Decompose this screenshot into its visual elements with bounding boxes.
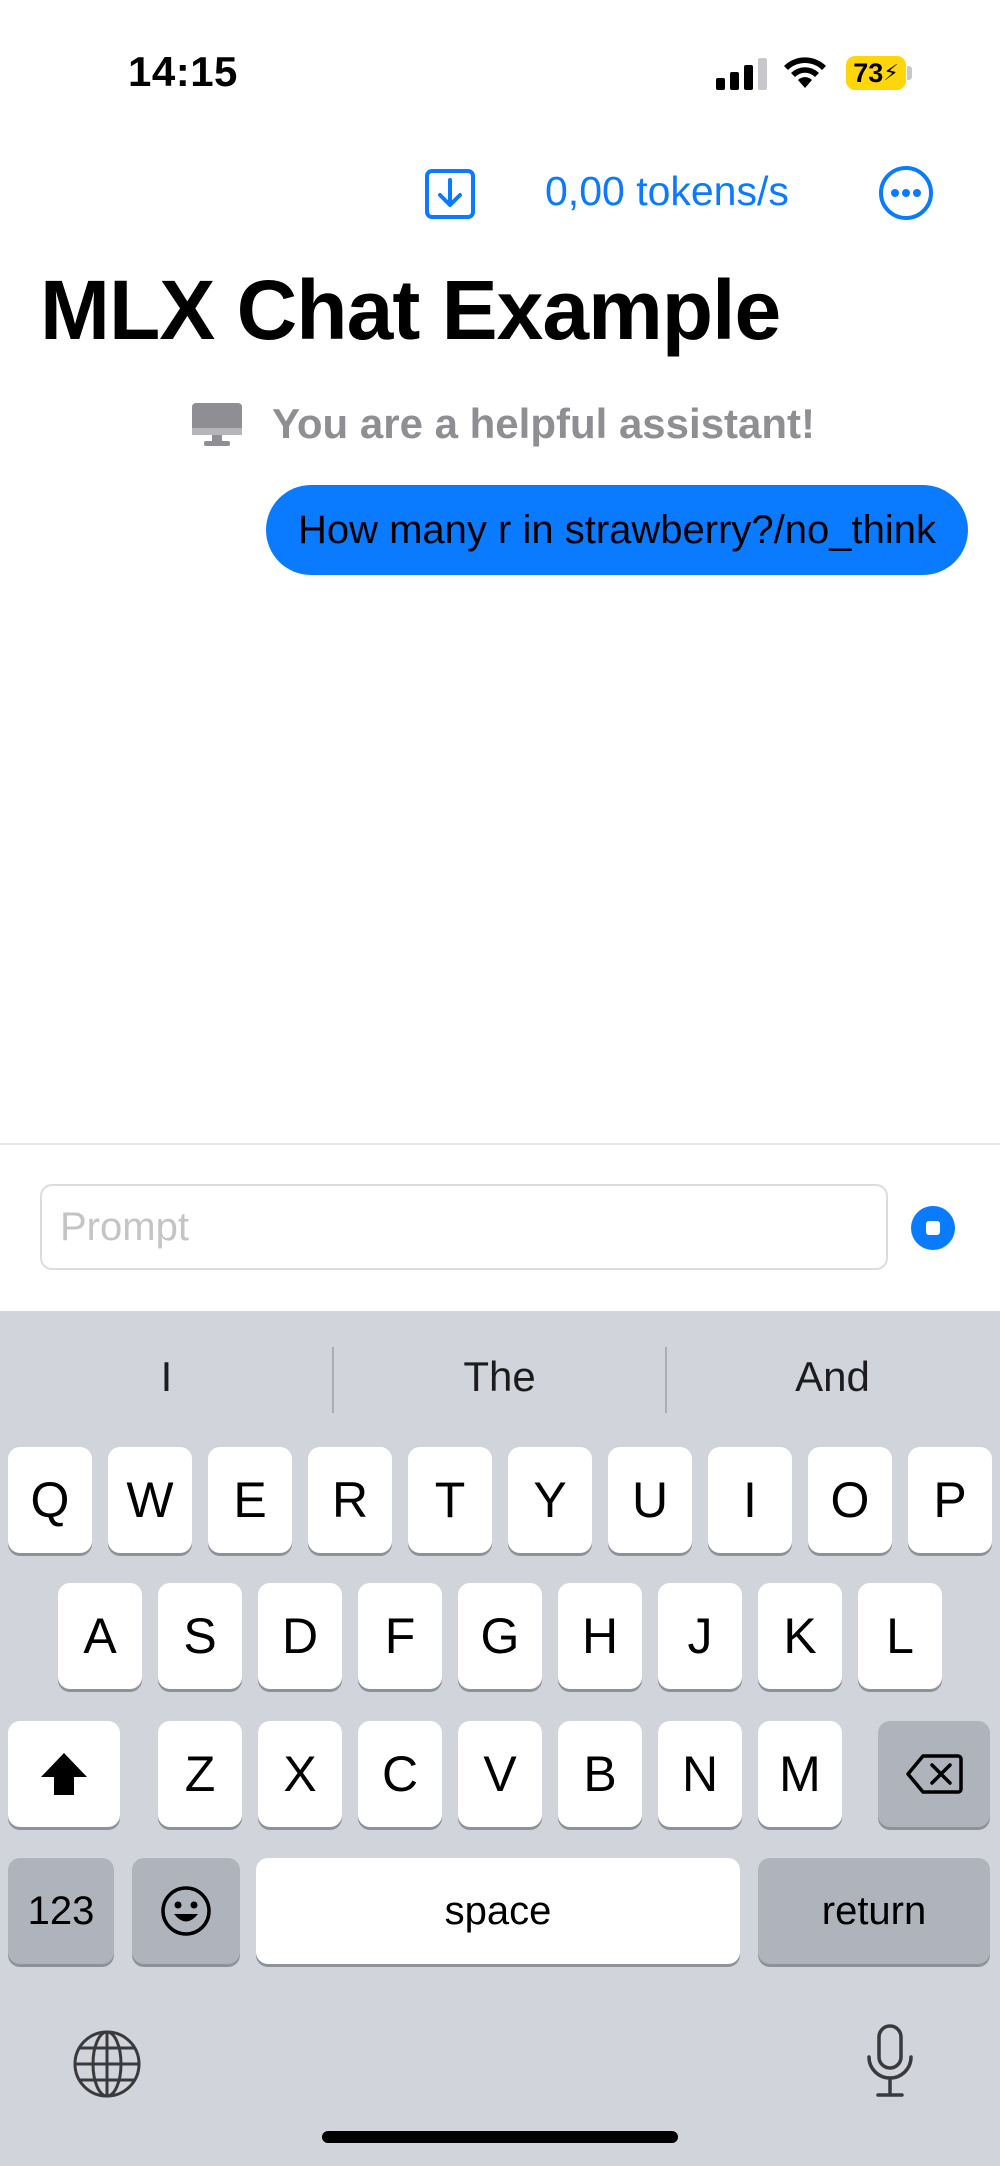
key-i[interactable]: I [708,1447,792,1553]
key-r[interactable]: R [308,1447,392,1553]
key-z[interactable]: Z [158,1721,242,1827]
key-p[interactable]: P [908,1447,992,1553]
shift-icon [41,1753,87,1795]
key-k[interactable]: K [758,1583,842,1689]
more-options-icon[interactable] [878,165,934,221]
suggestion-item[interactable]: And [666,1353,999,1401]
home-indicator [322,2131,678,2143]
key-w[interactable]: W [108,1447,192,1553]
key-y[interactable]: Y [508,1447,592,1553]
emoji-key[interactable] [132,1858,240,1964]
key-l[interactable]: L [858,1583,942,1689]
key-u[interactable]: U [608,1447,692,1553]
key-c[interactable]: C [358,1721,442,1827]
stop-icon [926,1221,940,1235]
key-b[interactable]: B [558,1721,642,1827]
tokens-per-second-button[interactable]: 0,00 tokens/s [545,168,789,215]
status-time: 14:15 [128,48,238,95]
desktop-computer-icon [192,403,242,446]
prompt-input[interactable] [40,1184,888,1270]
delete-key[interactable] [878,1721,990,1827]
suggestion-item[interactable]: I [0,1353,333,1401]
key-h[interactable]: H [558,1583,642,1689]
key-q[interactable]: Q [8,1447,92,1553]
user-message-bubble: How many r in strawberry?/no_think [265,485,968,575]
composer-divider [0,1143,1000,1145]
key-x[interactable]: X [258,1721,342,1827]
stop-generation-button[interactable] [911,1206,955,1250]
user-message-text: How many r in strawberry?/no_think [297,507,936,552]
key-n[interactable]: N [658,1721,742,1827]
space-key[interactable]: space [256,1858,740,1964]
key-f[interactable]: F [358,1583,442,1689]
battery-level: 73 [853,57,884,88]
page-title: MLX Chat Example [40,263,781,357]
backspace-icon [906,1754,963,1794]
key-d[interactable]: D [258,1583,342,1689]
suggestion-item[interactable]: The [333,1353,666,1401]
key-m[interactable]: M [758,1721,842,1827]
cellular-signal-icon [716,58,767,90]
key-a[interactable]: A [58,1583,142,1689]
download-icon[interactable] [424,168,476,220]
key-t[interactable]: T [408,1447,492,1553]
return-key[interactable]: return [758,1858,990,1964]
battery-icon: 73 ⚡ [846,56,906,90]
wifi-icon [784,57,826,88]
battery-cap [907,66,912,80]
key-j[interactable]: J [658,1583,742,1689]
system-message: You are a helpful assistant! [190,400,815,448]
key-o[interactable]: O [808,1447,892,1553]
key-v[interactable]: V [458,1721,542,1827]
numbers-key[interactable]: 123 [8,1858,114,1964]
keyboard: I The And Q W E R T Y U I O P A S D F G … [0,1311,1000,2166]
key-s[interactable]: S [158,1583,242,1689]
key-e[interactable]: E [208,1447,292,1553]
system-message-text: You are a helpful assistant! [272,400,816,447]
key-g[interactable]: G [458,1583,542,1689]
emoji-icon [161,1886,211,1936]
globe-icon[interactable] [72,2029,142,2099]
microphone-icon[interactable] [862,2023,918,2099]
shift-key[interactable] [8,1721,120,1827]
